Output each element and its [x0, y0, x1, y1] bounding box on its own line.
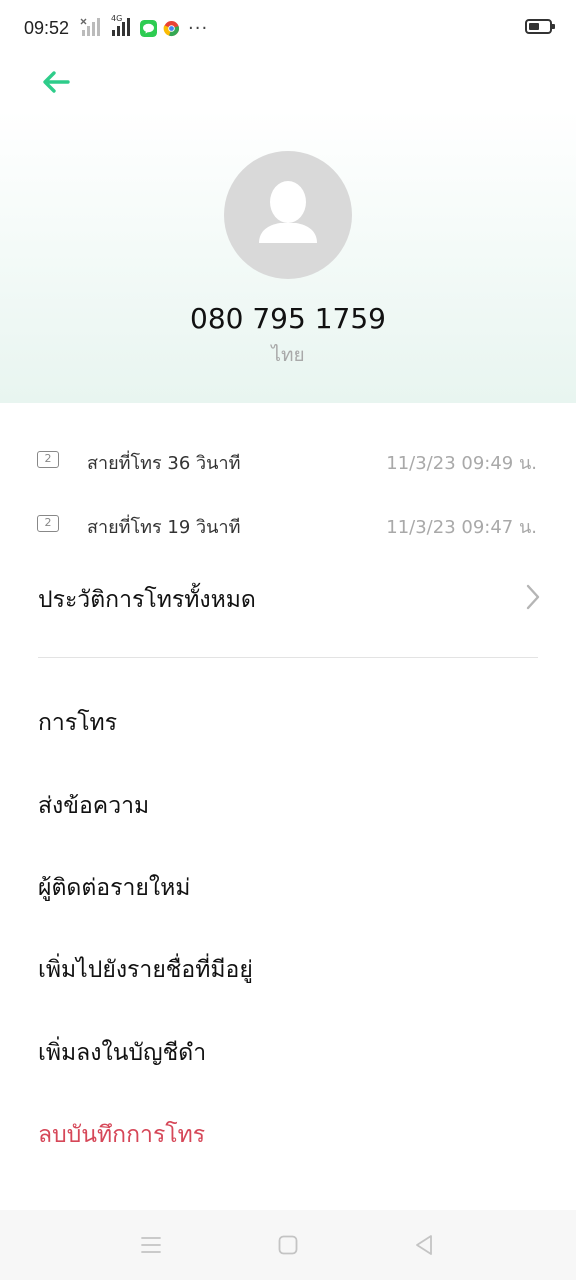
country-label: ไทย — [271, 344, 305, 366]
signal-4g-icon: 4G — [110, 14, 134, 38]
divider — [38, 657, 538, 658]
add-to-existing-contact-button[interactable]: เพิ่มไปยังรายชื่อที่มีอยู่ — [0, 938, 576, 998]
sim-2-icon: 2 — [37, 515, 59, 532]
person-icon — [259, 181, 317, 243]
add-to-blacklist-button[interactable]: เพิ่มลงในบัญชีดำ — [0, 1021, 576, 1081]
new-contact-label: ผู้ติดต่อรายใหม่ — [38, 875, 191, 901]
add-to-existing-contact-label: เพิ่มไปยังรายชื่อที่มีอยู่ — [38, 957, 253, 983]
all-call-history-label: ประวัติการโทรทั้งหมด — [38, 587, 256, 613]
back-icon — [416, 1235, 432, 1255]
signal-off-icon — [80, 18, 104, 38]
call-log-row[interactable]: 2 สายที่โทร 36 วินาที 11/3/23 09:49 น. — [0, 437, 576, 483]
call-button[interactable]: การโทร — [0, 691, 576, 751]
call-log-time: 11/3/23 09:47 น. — [386, 517, 537, 538]
network-label: 4G — [111, 14, 123, 23]
menu-button[interactable] — [136, 1230, 166, 1260]
line-app-icon — [140, 19, 157, 37]
sim-2-icon: 2 — [37, 451, 59, 468]
all-call-history-link[interactable]: ประวัติการโทรทั้งหมด — [0, 568, 576, 628]
nav-back-button[interactable] — [409, 1230, 439, 1260]
chevron-right-icon — [526, 584, 540, 610]
call-label: การโทร — [38, 710, 118, 736]
battery-icon — [525, 19, 555, 34]
back-button[interactable] — [36, 62, 76, 102]
status-icons: 4G ··· — [80, 14, 209, 39]
call-log-time: 11/3/23 09:49 น. — [386, 453, 537, 474]
add-to-blacklist-label: เพิ่มลงในบัญชีดำ — [38, 1040, 207, 1066]
call-log-type: สายที่โทร 19 วินาที — [87, 517, 241, 538]
avatar — [224, 151, 352, 279]
send-message-label: ส่งข้อความ — [38, 793, 150, 819]
call-log-type: สายที่โทร 36 วินาที — [87, 453, 241, 474]
navigation-bar — [0, 1210, 576, 1280]
send-message-button[interactable]: ส่งข้อความ — [0, 774, 576, 834]
status-bar: 09:52 4G ··· — [0, 0, 576, 58]
home-icon — [278, 1235, 298, 1255]
call-log-row[interactable]: 2 สายที่โทร 19 วินาที 11/3/23 09:47 น. — [0, 501, 576, 547]
delete-call-log-button[interactable]: ลบบันทึกการโทร — [0, 1103, 576, 1163]
chrome-icon — [163, 20, 179, 36]
more-dots-icon: ··· — [188, 17, 209, 39]
phone-number: 080 795 1759 — [190, 302, 386, 335]
back-arrow-icon — [43, 71, 70, 93]
new-contact-button[interactable]: ผู้ติดต่อรายใหม่ — [0, 856, 576, 916]
status-time: 09:52 — [24, 18, 70, 38]
menu-icon — [141, 1237, 161, 1253]
delete-call-log-label: ลบบันทึกการโทร — [38, 1122, 206, 1148]
home-button[interactable] — [273, 1230, 303, 1260]
